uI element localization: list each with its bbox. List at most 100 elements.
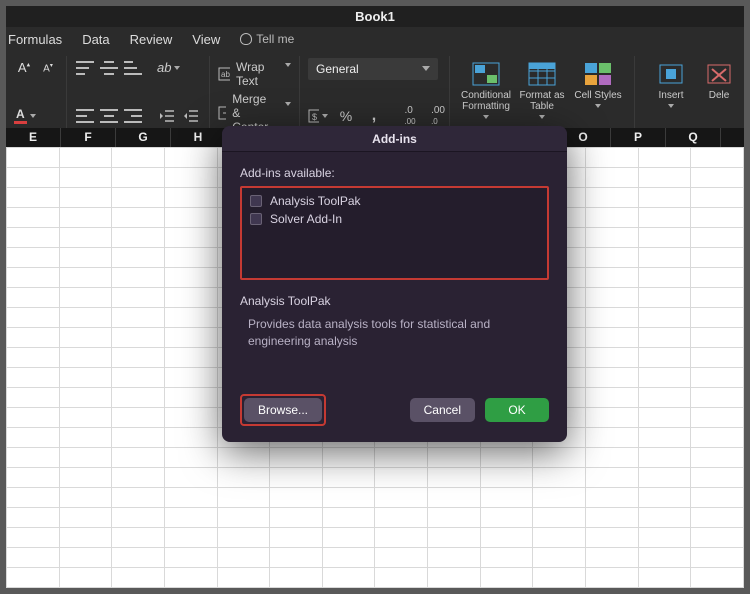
cell[interactable] [59,388,112,408]
col-header[interactable]: G [116,128,171,147]
cell[interactable] [691,528,744,548]
decrease-font-icon[interactable]: A▾ [38,58,58,78]
cell[interactable] [217,508,270,528]
cell[interactable] [586,168,639,188]
cell[interactable] [638,488,691,508]
wrap-text-button[interactable]: ab Wrap Text [218,58,291,90]
increase-indent-icon[interactable] [181,106,201,126]
cell[interactable] [7,148,60,168]
cell[interactable] [164,148,217,168]
cell[interactable] [586,448,639,468]
cell[interactable] [112,268,165,288]
tab-data[interactable]: Data [82,32,109,47]
cell[interactable] [59,528,112,548]
cell[interactable] [638,268,691,288]
decrease-decimal-icon[interactable]: .00.0 [428,106,448,126]
cell[interactable] [217,548,270,568]
cell[interactable] [7,288,60,308]
cell[interactable] [217,468,270,488]
cell[interactable] [322,568,375,588]
cell[interactable] [375,548,428,568]
cell[interactable] [533,488,586,508]
cell[interactable] [112,408,165,428]
cell[interactable] [691,428,744,448]
cell[interactable] [59,248,112,268]
cell[interactable] [638,148,691,168]
cell[interactable] [164,268,217,288]
cell[interactable] [480,468,533,488]
cell[interactable] [59,328,112,348]
cell[interactable] [533,508,586,528]
cell[interactable] [691,248,744,268]
cell[interactable] [217,488,270,508]
addin-item[interactable]: Solver Add-In [250,212,539,226]
increase-decimal-icon[interactable]: .0.00 [400,106,420,126]
cell[interactable] [586,388,639,408]
cell[interactable] [322,488,375,508]
cell[interactable] [375,528,428,548]
cell[interactable] [59,548,112,568]
cell[interactable] [691,308,744,328]
cell[interactable] [480,568,533,588]
cell[interactable] [586,368,639,388]
cell[interactable] [638,408,691,428]
cell[interactable] [164,428,217,448]
format-as-table-button[interactable]: Format as Table [514,60,570,119]
cell[interactable] [322,548,375,568]
cell[interactable] [164,388,217,408]
cell[interactable] [586,528,639,548]
percent-icon[interactable]: % [336,106,356,126]
cell[interactable] [691,548,744,568]
cell[interactable] [7,548,60,568]
cell[interactable] [112,468,165,488]
cell[interactable] [691,508,744,528]
cell[interactable] [270,448,323,468]
cell[interactable] [164,408,217,428]
browse-button[interactable]: Browse... [244,398,322,422]
cell[interactable] [112,148,165,168]
addin-item[interactable]: Analysis ToolPak [250,194,539,208]
cell[interactable] [59,368,112,388]
cell[interactable] [59,208,112,228]
cell[interactable] [586,408,639,428]
cell[interactable] [691,188,744,208]
cell[interactable] [428,528,481,548]
tell-me[interactable]: Tell me [240,32,294,46]
cell[interactable] [270,568,323,588]
cell[interactable] [7,328,60,348]
col-header[interactable]: P [611,128,666,147]
align-left-icon[interactable] [75,106,95,126]
cell[interactable] [217,448,270,468]
cell[interactable] [112,368,165,388]
cell[interactable] [586,248,639,268]
cell[interactable] [270,468,323,488]
cell[interactable] [322,448,375,468]
cell[interactable] [59,308,112,328]
cell[interactable] [59,148,112,168]
cell[interactable] [638,528,691,548]
cell[interactable] [7,208,60,228]
cell[interactable] [164,188,217,208]
cell[interactable] [112,168,165,188]
cell[interactable] [691,148,744,168]
col-header[interactable]: H [171,128,226,147]
cell[interactable] [164,228,217,248]
cell[interactable] [586,328,639,348]
cell[interactable] [164,488,217,508]
checkbox-icon[interactable] [250,213,262,225]
align-top-icon[interactable] [75,58,95,78]
cell[interactable] [7,528,60,548]
decrease-indent-icon[interactable] [157,106,177,126]
cell[interactable] [112,428,165,448]
cell[interactable] [691,388,744,408]
cell[interactable] [7,268,60,288]
cell[interactable] [7,428,60,448]
cell[interactable] [7,188,60,208]
cell[interactable] [533,448,586,468]
cell[interactable] [586,148,639,168]
cell[interactable] [480,448,533,468]
insert-button[interactable]: Insert [643,60,699,108]
cell[interactable] [691,168,744,188]
cell[interactable] [164,208,217,228]
tab-view[interactable]: View [192,32,220,47]
